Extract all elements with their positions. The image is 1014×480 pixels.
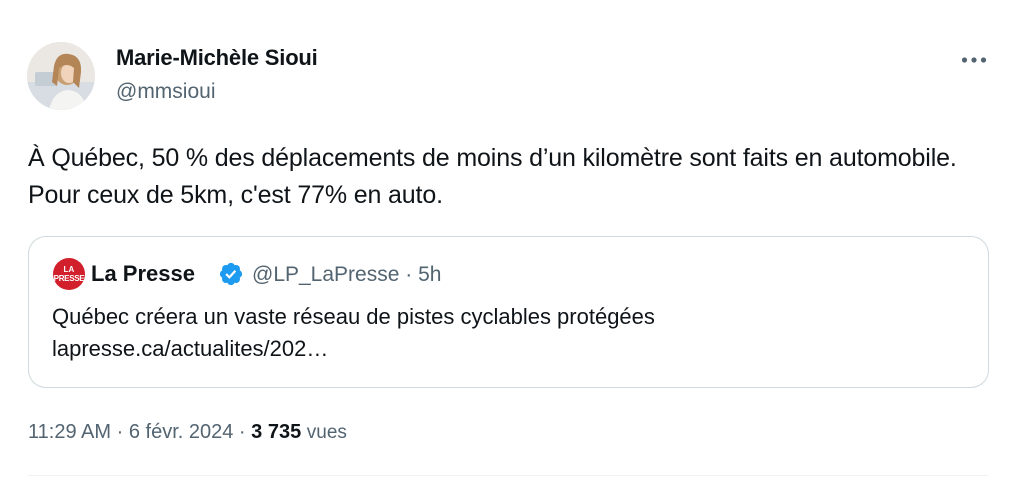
quote-author-name[interactable]: La Presse [91,261,195,287]
views-count: 3 735 [251,421,302,443]
author-name[interactable]: Marie-Michèle Sioui [116,45,318,71]
avatar-logo-line1: LA [63,265,75,274]
more-options-button[interactable] [956,48,992,72]
quote-age[interactable]: 5h [418,263,441,286]
author-avatar[interactable] [27,42,95,110]
avatar-photo [27,42,95,110]
tweet-text: À Québec, 50 % des déplacements de moins… [28,144,957,209]
verified-badge-icon [219,262,243,286]
quote-meta: @LP_LaPresse · 5h [252,263,441,287]
avatar-logo-line2: PRESSE [53,274,85,283]
quote-handle[interactable]: @LP_LaPresse [252,263,399,286]
views-label: vues [306,422,347,443]
author-handle[interactable]: @mmsioui [116,80,216,104]
timestamp-time[interactable]: 11:29 AM [28,421,111,443]
meta-separator: · [116,421,124,443]
more-horizontal-icon [961,57,987,63]
quoted-tweet-card[interactable]: LA PRESSE La Presse @LP_LaPresse · 5h Qu… [28,236,989,388]
quote-body: Québec créera un vaste réseau de pistes … [52,304,655,329]
quote-link[interactable]: lapresse.ca/actualites/202… [52,333,952,365]
tweet-meta: 11:29 AM · 6 févr. 2024 · 3 735 vues [28,421,347,444]
tweet: Marie-Michèle Sioui @mmsioui À Québec, 5… [0,0,1014,480]
quote-author-avatar[interactable]: LA PRESSE [53,258,85,290]
meta-separator: · [238,421,246,443]
quote-text: Québec créera un vaste réseau de pistes … [52,301,952,365]
timestamp-date[interactable]: 6 févr. 2024 [129,421,234,443]
meta-separator: · [405,263,413,286]
divider [28,475,988,476]
